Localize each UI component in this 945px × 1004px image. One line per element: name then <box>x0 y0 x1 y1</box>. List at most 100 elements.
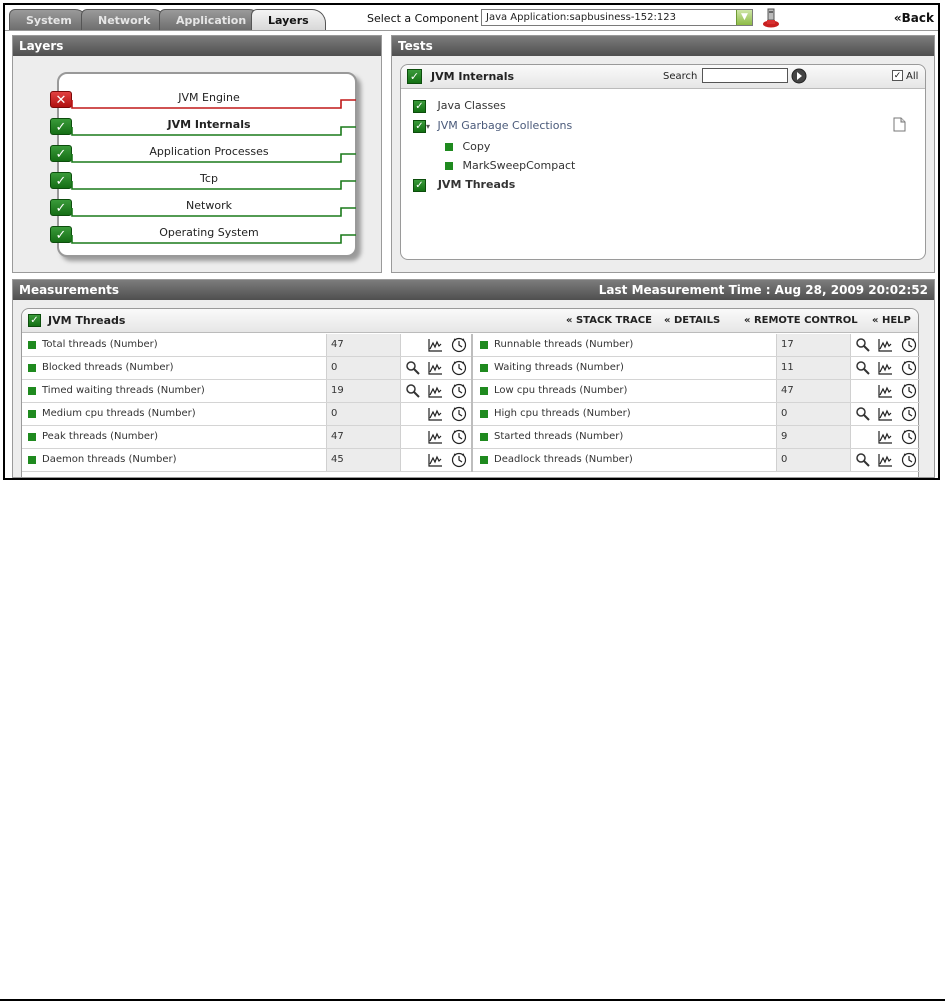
graph-icon[interactable] <box>427 383 443 399</box>
tree-item-gc[interactable]: ✓ ▾ JVM Garbage Collections <box>413 119 572 133</box>
graph-icon[interactable] <box>877 452 893 468</box>
column-divider <box>471 403 473 426</box>
clock-icon[interactable] <box>451 452 467 468</box>
expand-chevron-icon[interactable]: ▾ <box>426 122 430 131</box>
measure-name: Blocked threads (Number) <box>42 362 174 373</box>
layer-item[interactable]: ✓ Network <box>50 194 359 221</box>
tree-item-jvm-threads[interactable]: ✓ JVM Threads <box>413 178 515 192</box>
tests-heading-check[interactable]: ✓ <box>407 69 422 84</box>
clock-icon[interactable] <box>451 429 467 445</box>
measurements-box: ✓ JVM Threads « STACK TRACE « DETAILS « … <box>21 308 920 478</box>
table-row: Total threads (Number) 47 Runnable threads… <box>22 334 920 357</box>
magnifier-icon[interactable] <box>405 383 421 399</box>
graph-icon[interactable] <box>877 383 893 399</box>
measure-name: Daemon threads (Number) <box>42 454 177 465</box>
clock-icon[interactable] <box>901 337 917 353</box>
tests-heading: JVM Internals <box>431 70 515 83</box>
clock-icon[interactable] <box>901 452 917 468</box>
graph-icon[interactable] <box>877 337 893 353</box>
clock-icon[interactable] <box>451 383 467 399</box>
column-divider <box>471 449 473 472</box>
tree-item-java-classes[interactable]: ✓ Java Classes <box>413 99 506 113</box>
check-icon[interactable]: ✓ <box>413 99 426 113</box>
measure-value: 19 <box>326 380 401 402</box>
graph-icon[interactable] <box>877 406 893 422</box>
magnifier-icon[interactable] <box>855 337 871 353</box>
clock-icon[interactable] <box>901 406 917 422</box>
layer-item[interactable]: ✓ Tcp <box>50 167 359 194</box>
tree-item-label: JVM Threads <box>437 178 516 191</box>
tab-system[interactable]: System <box>9 9 89 30</box>
measure-value: 9 <box>776 426 851 448</box>
bullet-icon <box>480 387 488 395</box>
bullet-icon <box>28 410 36 418</box>
tree-item-label: Java Classes <box>437 99 506 112</box>
tree-item-label: Copy <box>462 140 491 153</box>
graph-icon[interactable] <box>427 406 443 422</box>
measure-name: Runnable threads (Number) <box>494 339 634 350</box>
graph-icon[interactable] <box>427 452 443 468</box>
clock-icon[interactable] <box>451 337 467 353</box>
tab-application[interactable]: Application <box>159 9 264 30</box>
layer-connector-line <box>71 99 356 109</box>
clock-icon[interactable] <box>901 360 917 376</box>
tab-network[interactable]: Network <box>81 9 168 30</box>
bullet-icon <box>480 433 488 441</box>
tree-item-copy[interactable]: Copy <box>445 140 490 153</box>
column-divider <box>471 334 473 357</box>
layer-item[interactable]: ✕ JVM Engine <box>50 86 359 113</box>
stack-trace-link[interactable]: « STACK TRACE <box>566 315 652 326</box>
component-label: Select a Component <box>367 12 479 25</box>
chevron-down-icon[interactable]: ▼ <box>736 10 752 25</box>
back-button[interactable]: «Back <box>894 11 934 25</box>
component-select[interactable]: Java Application:sapbusiness-152:123 ▼ <box>481 9 753 26</box>
graph-icon[interactable] <box>877 429 893 445</box>
details-link[interactable]: « DETAILS <box>664 315 720 326</box>
column-divider <box>471 357 473 380</box>
measure-value: 0 <box>326 403 401 425</box>
magnifier-icon[interactable] <box>855 452 871 468</box>
measurements-heading-check[interactable]: ✓ <box>28 314 41 327</box>
layer-connector-line <box>71 234 356 244</box>
help-link[interactable]: « HELP <box>872 315 911 326</box>
layer-item[interactable]: ✓ Operating System <box>50 221 359 248</box>
tests-box: ✓ JVM Internals Search ✓ All ✓ Java Clas… <box>400 64 926 260</box>
link-label: STACK TRACE <box>575 315 652 326</box>
measurements-heading: JVM Threads <box>48 314 126 327</box>
search-go-icon[interactable] <box>791 68 807 84</box>
check-icon[interactable]: ✓ <box>413 178 426 192</box>
clock-icon[interactable] <box>901 383 917 399</box>
clock-icon[interactable] <box>451 406 467 422</box>
clock-icon[interactable] <box>451 360 467 376</box>
tree-item-label: MarkSweepCompact <box>462 159 576 172</box>
tab-layers[interactable]: Layers <box>251 9 326 30</box>
check-icon[interactable]: ✓ <box>413 119 426 133</box>
magnifier-icon[interactable] <box>855 360 871 376</box>
document-icon[interactable] <box>893 117 906 132</box>
all-checkbox[interactable]: ✓ <box>892 70 903 81</box>
measurements-subheader: ✓ JVM Threads « STACK TRACE « DETAILS « … <box>22 309 918 333</box>
layer-item[interactable]: ✓ JVM Internals <box>50 113 359 140</box>
measure-value: 45 <box>326 449 401 471</box>
app-window: System Network Application Layers Select… <box>3 3 940 480</box>
magnifier-icon[interactable] <box>405 360 421 376</box>
graph-icon[interactable] <box>427 429 443 445</box>
magnifier-icon[interactable] <box>855 406 871 422</box>
clock-icon[interactable] <box>901 429 917 445</box>
table-row: Medium cpu threads (Number) 0 High cpu thr… <box>22 403 920 426</box>
measure-value: 0 <box>776 449 851 471</box>
tree-item-marksweep[interactable]: MarkSweepCompact <box>445 159 575 172</box>
link-label: REMOTE CONTROL <box>753 315 858 326</box>
measure-name: Timed waiting threads (Number) <box>42 385 205 396</box>
connection-icon[interactable] <box>762 8 780 28</box>
graph-icon[interactable] <box>427 360 443 376</box>
remote-control-link[interactable]: « REMOTE CONTROL <box>744 315 858 326</box>
all-label: All <box>906 71 919 82</box>
layer-item[interactable]: ✓ Application Processes <box>50 140 359 167</box>
search-input[interactable] <box>702 68 788 83</box>
graph-icon[interactable] <box>877 360 893 376</box>
graph-icon[interactable] <box>427 337 443 353</box>
measure-name: Deadlock threads (Number) <box>494 454 633 465</box>
tests-panel-title: Tests <box>392 36 934 56</box>
layers-panel: Layers ✕ JVM Engine ✓ JVM Internals ✓ Applica… <box>12 35 382 273</box>
